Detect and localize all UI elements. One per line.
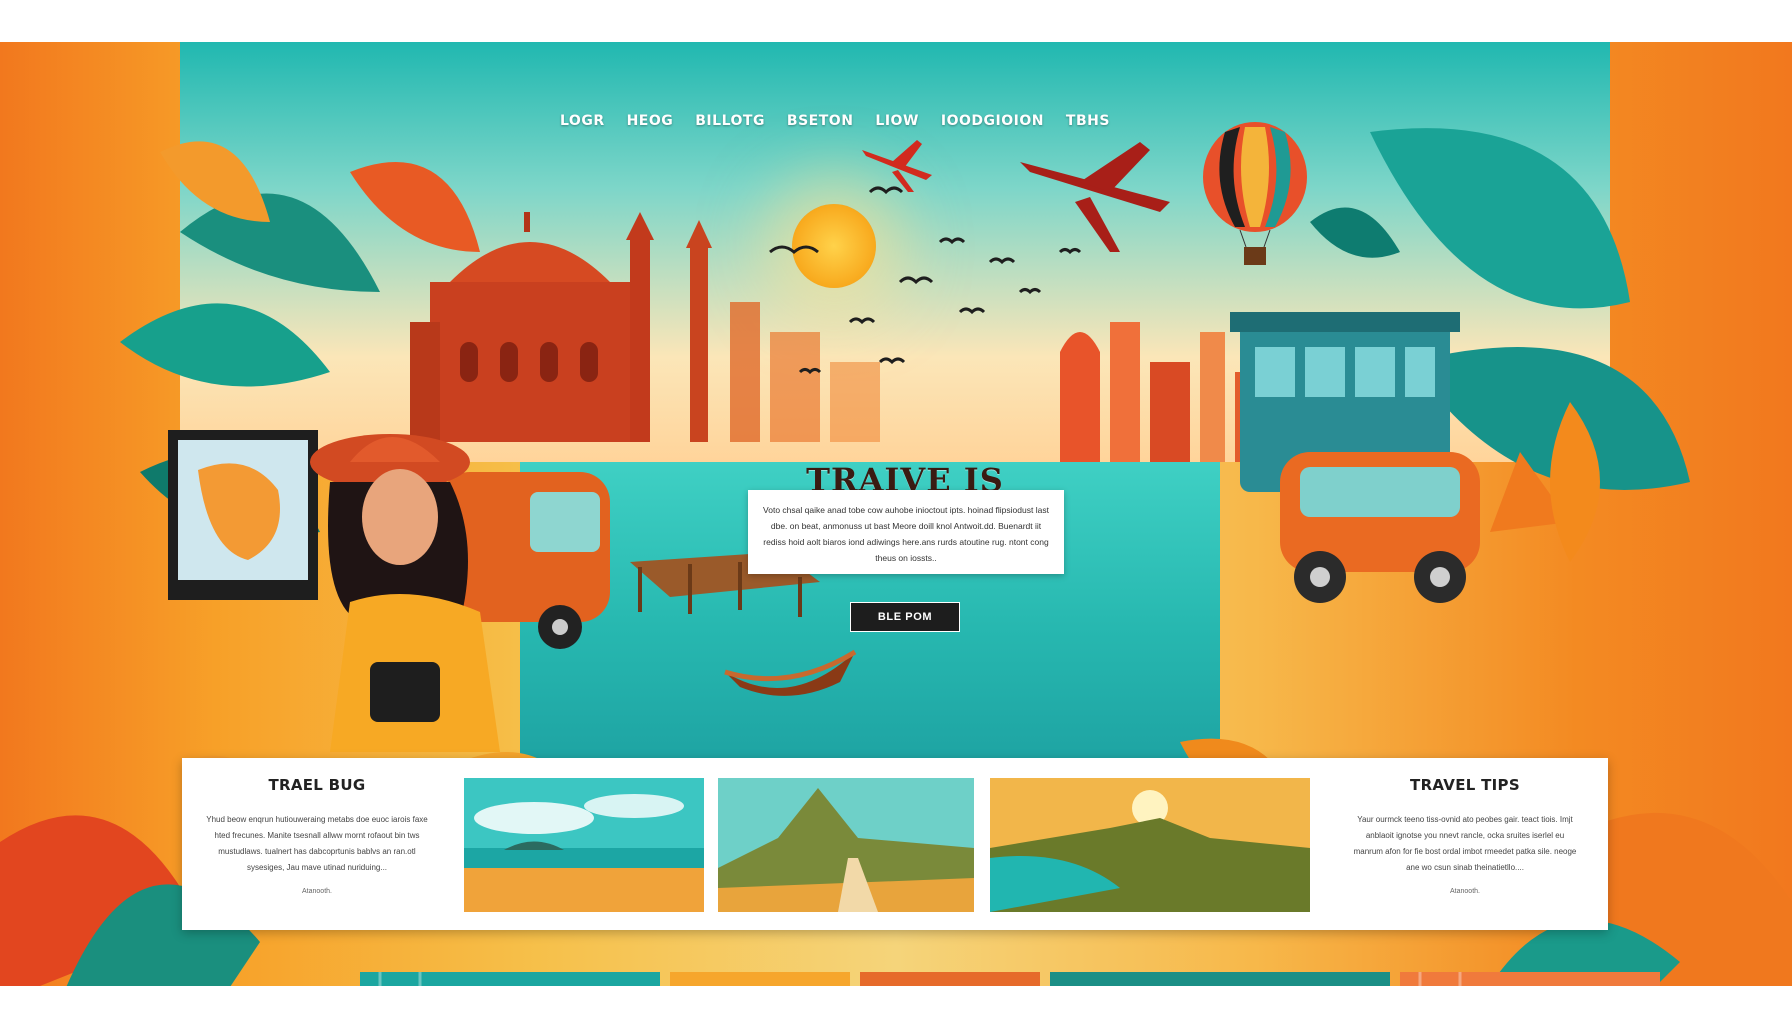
card-travel-tips[interactable]: TRAVEL TIPS Yaur ourmck teeno tiss-ovnid… bbox=[1330, 758, 1600, 930]
rowboat-illustration bbox=[724, 649, 857, 696]
main-nav: LOGR HEOG BILLOTG BSETON LIOW IOODGIOION… bbox=[560, 106, 1110, 136]
card-footnote: Atanooth. bbox=[1450, 888, 1480, 895]
card-title: TRAEL BUG bbox=[268, 776, 366, 794]
nav-item-bseton[interactable]: BSETON bbox=[787, 113, 854, 129]
hero-cta-button[interactable]: BLE POM bbox=[850, 602, 960, 632]
nav-item-liow[interactable]: LIOW bbox=[875, 113, 918, 129]
nav-item-heog[interactable]: HEOG bbox=[627, 113, 674, 129]
nav-item-tbhs[interactable]: TBHS bbox=[1066, 113, 1110, 129]
decorative-pattern-strip bbox=[360, 972, 1660, 986]
traveler-woman-illustration bbox=[310, 434, 500, 752]
nav-item-logr[interactable]: LOGR bbox=[560, 113, 605, 129]
beach-thumbnail[interactable] bbox=[464, 778, 704, 912]
hero-intro-text: Voto chsal qaike anad tobe cow auhobe in… bbox=[748, 490, 1064, 574]
mountain-road-thumbnail[interactable] bbox=[718, 778, 974, 912]
card-body: Yhud beow enqrun hutiouweraing metabs do… bbox=[206, 815, 428, 872]
card-body: Yaur ourmck teeno tiss-ovnid ato peobes … bbox=[1353, 815, 1577, 872]
card-footnote: Atanooth. bbox=[302, 888, 332, 895]
sunset-coast-thumbnail[interactable] bbox=[990, 778, 1310, 912]
birds-flock-illustration bbox=[769, 186, 1082, 375]
card-travel-bug[interactable]: TRAEL BUG Yhud beow enqrun hutiouweraing… bbox=[182, 758, 452, 930]
nav-item-billotg[interactable]: BILLOTG bbox=[695, 113, 765, 129]
card-title: TRAVEL TIPS bbox=[1410, 776, 1520, 794]
hot-air-balloon-illustration bbox=[1203, 122, 1307, 265]
nav-item-ioodgioion[interactable]: IOODGIOION bbox=[941, 113, 1044, 129]
map-frame-illustration bbox=[168, 430, 318, 600]
orange-van-right-illustration bbox=[1280, 452, 1480, 603]
featured-cards-strip: TRAEL BUG Yhud beow enqrun hutiouweraing… bbox=[182, 758, 1608, 930]
